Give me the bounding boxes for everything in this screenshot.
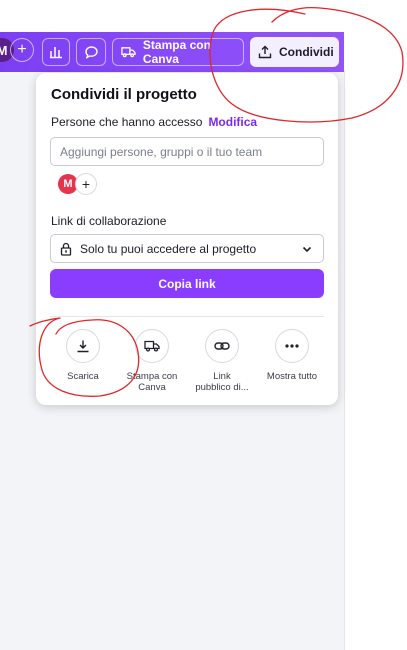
link-permission-select[interactable]: Solo tu puoi accedere al progetto [50, 234, 324, 263]
print-with-canva-button[interactable]: Stampa con Canva [112, 38, 244, 66]
download-action[interactable]: Scarica [48, 329, 118, 382]
show-all-action-circle[interactable] [275, 329, 309, 363]
print-action[interactable]: Stampa con Canva [117, 329, 187, 393]
print-action-label: Stampa con Canva [126, 371, 178, 393]
public-link-action-circle[interactable] [205, 329, 239, 363]
plus-icon: + [17, 41, 27, 58]
add-collaborator-button[interactable]: + [10, 38, 34, 62]
comments-button[interactable] [76, 38, 106, 66]
copy-link-button[interactable]: Copia link [50, 269, 324, 298]
insights-button[interactable] [42, 38, 70, 66]
truck-icon [144, 340, 160, 352]
show-all-action-label: Mostra tutto [266, 371, 318, 382]
invite-people-input[interactable] [50, 137, 324, 166]
lock-icon [60, 242, 72, 256]
public-link-action-label: Link pubblico di... [195, 371, 249, 393]
modify-link[interactable]: Modifica [208, 115, 257, 129]
right-side-strip [344, 70, 407, 650]
share-label: Condividi [279, 45, 334, 59]
show-all-action[interactable]: Mostra tutto [257, 329, 327, 382]
plus-icon: + [81, 176, 91, 192]
bar-chart-icon [50, 47, 62, 59]
add-member-button[interactable]: + [75, 173, 97, 195]
share-button[interactable]: Condividi [250, 37, 339, 67]
comment-icon [84, 45, 98, 59]
divider [50, 316, 324, 317]
share-panel: Condividi il progetto Persone che hanno … [36, 73, 338, 405]
download-action-circle[interactable] [66, 329, 100, 363]
upload-icon [258, 45, 272, 59]
truck-icon [121, 47, 136, 58]
editor-top-bar: M + Stampa con Canva Condividi [0, 32, 344, 72]
download-icon [77, 340, 89, 353]
access-row: Persone che hanno accesso Modifica [51, 115, 257, 129]
collaboration-link-label: Link di collaborazione [51, 214, 167, 228]
permission-value: Solo tu puoi accedere al progetto [80, 241, 257, 256]
more-icon [285, 344, 299, 348]
print-action-circle[interactable] [135, 329, 169, 363]
download-action-label: Scarica [67, 371, 99, 382]
print-with-canva-label: Stampa con Canva [142, 38, 211, 66]
chevron-down-icon [302, 246, 312, 253]
public-link-action[interactable]: Link pubblico di... [187, 329, 257, 393]
panel-title: Condividi il progetto [51, 86, 197, 103]
link-icon [214, 342, 230, 350]
access-label: Persone che hanno accesso [51, 115, 203, 129]
